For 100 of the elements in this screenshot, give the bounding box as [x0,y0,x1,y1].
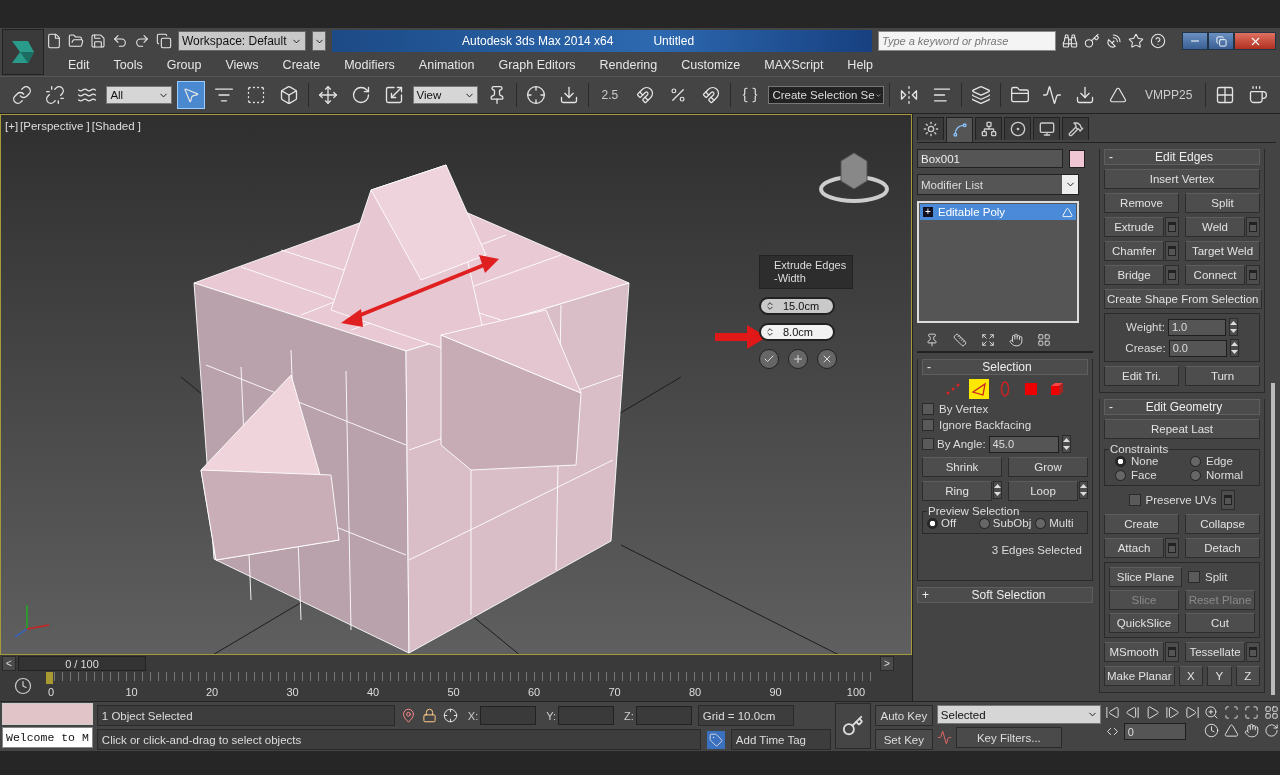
go-to-end-icon[interactable] [1184,705,1200,720]
unlink-icon[interactable] [44,85,65,105]
layers-icon[interactable] [970,85,991,105]
panel-tab[interactable] [1004,117,1031,140]
checkbox[interactable] [922,438,934,450]
pin-icon[interactable] [400,708,416,723]
coordinate-field[interactable] [558,706,615,725]
menu-item[interactable]: Create [270,58,333,72]
crosshair-icon[interactable] [525,85,546,105]
caddy-input-field[interactable]: 8.0cm [759,323,835,342]
checkbox[interactable] [922,403,934,415]
key-filters-button[interactable]: Key Filters... [955,727,1062,748]
ok-button[interactable] [759,349,779,370]
lock-icon[interactable] [421,708,437,723]
spinner-icon[interactable] [1061,435,1071,453]
set-key-mode-button[interactable]: Set Key [874,729,933,750]
command-button[interactable]: Cut [1185,613,1255,633]
radio-button[interactable] [927,517,938,529]
command-button[interactable]: Insert Vertex [1104,169,1260,189]
radio-button[interactable] [1115,469,1126,481]
menu-item[interactable]: Rendering [587,58,670,72]
restore-button[interactable] [1208,32,1234,50]
command-button[interactable]: Attach [1104,538,1164,558]
pin-icon[interactable] [925,333,939,347]
pointer-icon[interactable] [181,86,200,104]
zoom-extents-icon[interactable] [1243,705,1259,720]
object-color-swatch[interactable] [1069,149,1085,168]
menu-item[interactable]: MAXScript [752,58,836,72]
box-icon[interactable] [279,85,300,105]
command-button[interactable]: Repeat Last [1104,419,1260,439]
menu-item[interactable]: Graph Editors [486,58,588,72]
rotate-icon[interactable] [350,85,371,105]
spinner-icon[interactable] [993,481,1002,499]
selection-filter-dropdown[interactable]: All [106,86,172,104]
command-button[interactable]: Ring [922,481,992,501]
menu-item[interactable]: Customize [669,58,753,72]
number-field[interactable]: 1.0 [1167,318,1226,336]
scroll-bar[interactable] [1271,383,1275,695]
radio-button[interactable] [978,517,990,529]
axis-button[interactable]: Y [1207,666,1232,686]
panel-tab[interactable] [975,117,1002,140]
magnet-icon[interactable] [636,86,655,104]
minimize-button[interactable] [1182,32,1208,50]
pan-icon[interactable] [1243,723,1259,738]
checkbox[interactable] [922,419,934,431]
panel-tab[interactable] [1062,117,1089,140]
rollout-header[interactable]: - Selection [922,359,1088,375]
command-button[interactable]: Tessellate [1185,642,1245,662]
command-button[interactable]: Loop [1008,481,1078,501]
auto-key-button[interactable]: Auto Key [874,705,933,726]
triangle-icon[interactable] [1109,86,1128,104]
caddy-input-field[interactable]: 15.0cm [759,297,835,316]
command-button[interactable]: Chamfer [1104,241,1164,261]
command-button[interactable]: Edit Tri. [1104,366,1179,386]
coordinate-field[interactable] [635,706,692,725]
checkbox[interactable] [1128,494,1141,506]
viewport-label[interactable]: [Perspective ] [20,120,90,132]
command-button[interactable]: Connect [1185,265,1245,285]
previous-frame-button[interactable]: < [2,656,16,671]
redo-icon[interactable] [134,33,150,49]
panel-tab[interactable] [1033,117,1060,140]
add-time-tag-button[interactable]: Add Time Tag [730,729,831,750]
new-file-icon[interactable] [46,33,62,49]
viewport-label[interactable]: [+] [5,120,19,132]
menu-item[interactable]: Modifiers [332,58,407,72]
rollout-header[interactable]: - Edit Edges [1104,149,1260,165]
go-to-start-icon[interactable] [1104,705,1120,720]
maxscript-listener-field[interactable] [2,703,93,725]
mirror-icon[interactable] [899,85,920,105]
command-button[interactable]: Turn [1185,366,1260,386]
command-button[interactable]: Shrink [922,457,1002,477]
help-icon[interactable] [1150,33,1166,49]
key-icon[interactable] [1084,33,1100,49]
menu-item[interactable]: Help [835,58,886,72]
command-button[interactable]: MSmooth [1104,642,1164,662]
zoom-icon[interactable] [1203,705,1219,720]
search-field[interactable]: Type a keyword or phrase [878,31,1056,51]
command-button[interactable]: Remove [1104,193,1179,213]
scale-icon[interactable] [383,85,404,105]
link-icon[interactable] [11,85,32,105]
radio-button[interactable] [1035,517,1047,529]
play-icon[interactable] [1144,705,1160,720]
axis-button[interactable]: Z [1235,666,1260,686]
radio-button[interactable] [1190,469,1201,481]
command-button[interactable]: Bridge [1104,265,1164,285]
set-key-button[interactable] [834,703,871,749]
angle-field[interactable]: 45.0 [988,435,1059,453]
menu-item[interactable]: Group [154,58,214,72]
cancel-button[interactable] [817,349,837,370]
undo-icon[interactable] [112,33,128,49]
spinner-icon[interactable] [1229,339,1239,357]
viewport[interactable]: [+] [Perspective ] [Shaded ] Extrude Edges -Width 15.0cm 8.0cm [0,114,912,655]
command-button[interactable]: QuickSlice [1109,613,1179,633]
current-frame-field[interactable]: 0 [1123,723,1186,740]
object-name-field[interactable]: Box001 [917,149,1063,168]
braces-icon[interactable] [740,86,759,104]
radio-button[interactable] [1190,455,1201,467]
number-field[interactable]: 0.0 [1168,339,1227,357]
folder-icon[interactable] [1009,85,1030,105]
rollout-header[interactable]: + Soft Selection [917,587,1093,603]
